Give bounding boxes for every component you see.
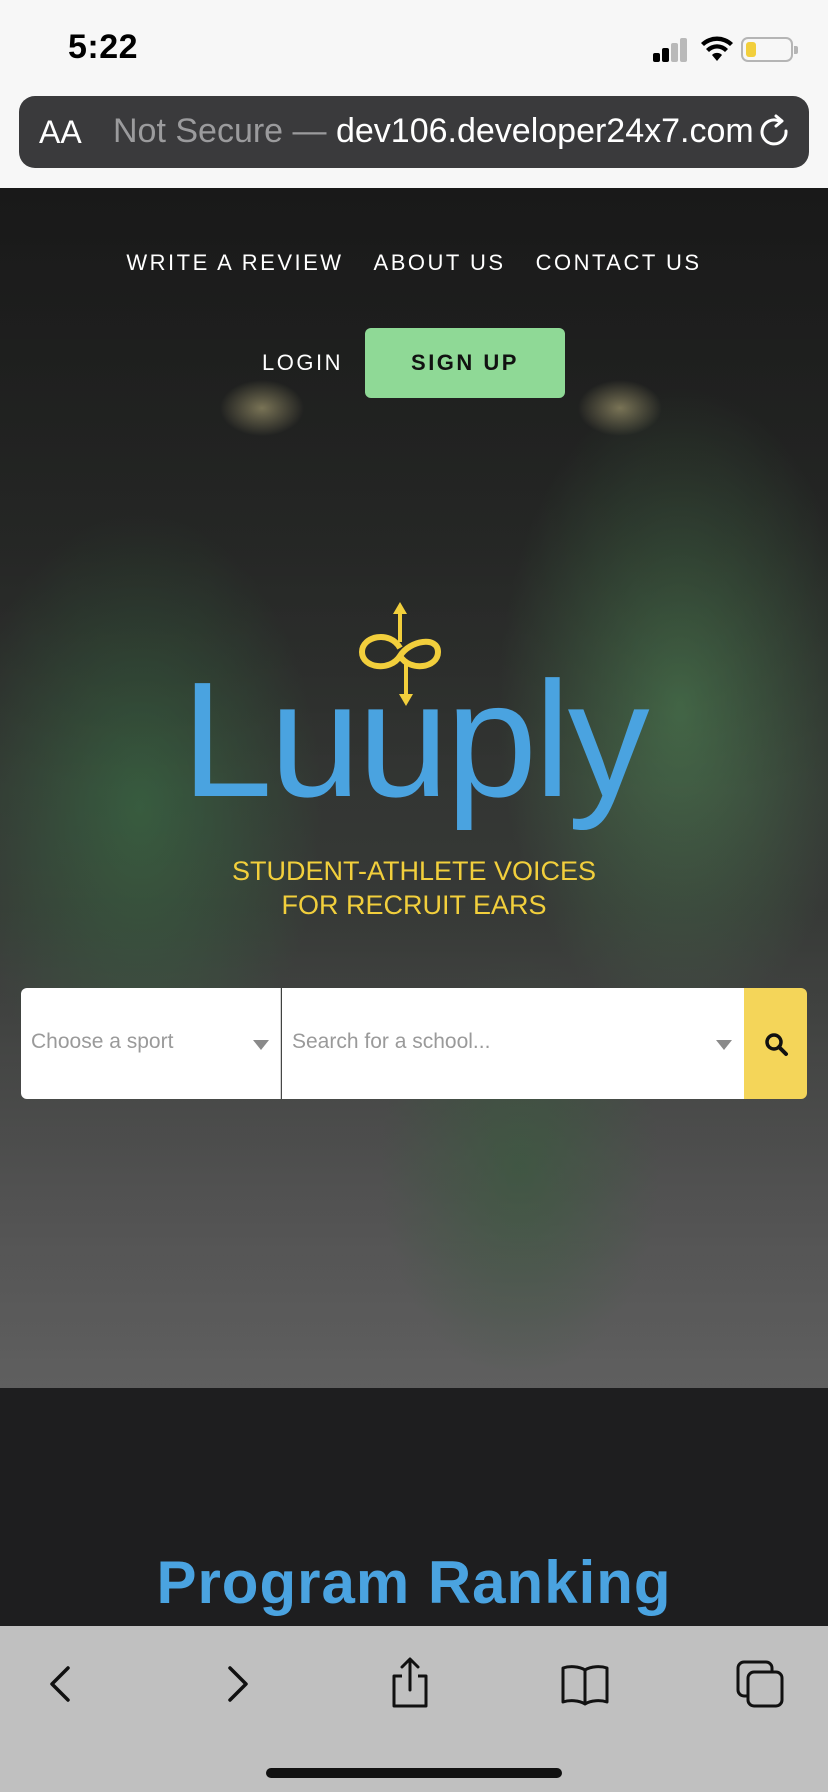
- tagline-line-1: STUDENT-ATHLETE VOICES: [231, 856, 597, 886]
- text-size-button[interactable]: AA: [39, 114, 82, 151]
- nav-write-a-review[interactable]: WRITE A REVIEW: [126, 250, 343, 276]
- nav-contact-us[interactable]: CONTACT US: [536, 250, 702, 276]
- wifi-icon: [701, 36, 733, 61]
- auth-links: LOGIN SIGN UP: [0, 328, 828, 398]
- chevron-down-icon: [716, 1040, 732, 1050]
- battery-icon: [741, 37, 798, 62]
- share-icon[interactable]: [382, 1656, 438, 1712]
- status-bar: 5:22: [0, 0, 828, 92]
- program-ranking-title: Program Ranking: [156, 1549, 672, 1616]
- search-icon: [764, 1032, 788, 1056]
- chevron-down-icon: [253, 1040, 269, 1050]
- forward-icon[interactable]: [208, 1656, 264, 1712]
- search-bar: Choose a sport Search for a school...: [21, 988, 807, 1099]
- browser-toolbar: [0, 1626, 828, 1792]
- tagline: STUDENT-ATHLETE VOICES FOR RECRUIT EARS: [0, 854, 828, 922]
- status-time: 5:22: [68, 28, 139, 66]
- search-button[interactable]: [744, 988, 807, 1099]
- address-bar[interactable]: AA Not Secure — dev106.developer24x7.com: [19, 96, 809, 168]
- back-icon[interactable]: [34, 1656, 90, 1712]
- reload-icon[interactable]: [757, 114, 793, 150]
- tabs-icon[interactable]: [732, 1656, 788, 1712]
- login-link[interactable]: LOGIN: [262, 350, 343, 376]
- main-nav: WRITE A REVIEW ABOUT US CONTACT US: [0, 250, 828, 276]
- tagline-line-2: FOR RECRUIT EARS: [281, 890, 547, 920]
- hero-section: WRITE A REVIEW ABOUT US CONTACT US LOGIN…: [0, 188, 828, 1388]
- logo-wordmark: Luuply: [181, 648, 649, 831]
- signup-button[interactable]: SIGN UP: [365, 328, 565, 398]
- sport-select-placeholder: Choose a sport: [31, 1030, 174, 1053]
- url-host: dev106.developer24x7.com: [335, 112, 753, 150]
- school-search-placeholder: Search for a school...: [292, 1030, 491, 1053]
- bookmarks-icon[interactable]: [557, 1656, 613, 1712]
- signal-icon: [653, 38, 689, 62]
- browser-chrome: AA Not Secure — dev106.developer24x7.com: [0, 92, 828, 188]
- home-indicator[interactable]: [266, 1768, 562, 1778]
- school-search-input[interactable]: Search for a school...: [282, 988, 744, 1099]
- program-ranking-section: Program Ranking: [0, 1388, 828, 1626]
- url-text[interactable]: Not Secure — dev106.developer24x7.com: [113, 112, 753, 151]
- nav-about-us[interactable]: ABOUT US: [374, 250, 506, 276]
- not-secure-label: Not Secure —: [113, 112, 336, 150]
- sport-select[interactable]: Choose a sport: [21, 988, 281, 1099]
